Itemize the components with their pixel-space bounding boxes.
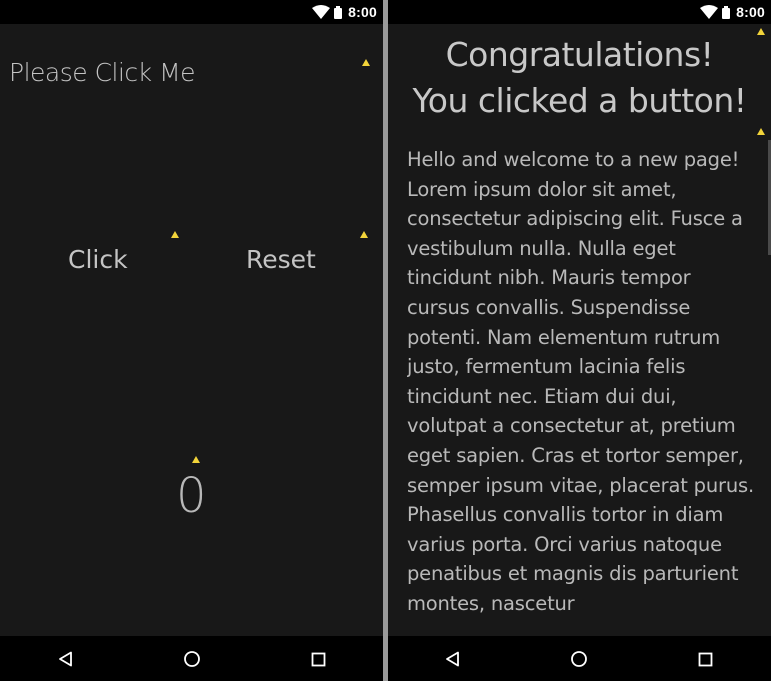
heading-line: Congratulations! <box>445 35 714 74</box>
click-button[interactable]: Click <box>68 245 128 274</box>
wifi-icon <box>700 5 719 19</box>
battery-icon <box>334 5 343 19</box>
recents-icon[interactable] <box>307 648 329 670</box>
body-text: Hello and welcome to a new page! Lorem i… <box>407 148 754 615</box>
status-bar: 8:00 <box>388 0 771 24</box>
warning-marker-icon <box>362 59 370 66</box>
warning-marker-icon <box>757 28 765 35</box>
back-icon[interactable] <box>442 648 464 670</box>
warning-marker-icon <box>360 231 368 238</box>
click-counter: 0 <box>176 468 207 524</box>
battery-icon <box>722 5 731 19</box>
right-screen: 8:00 Congratulations! You clicked a butt… <box>388 0 771 681</box>
home-icon[interactable] <box>181 648 203 670</box>
status-bar: 8:00 <box>0 0 383 24</box>
warning-marker-icon <box>192 456 200 463</box>
congratulations-heading: Congratulations! You clicked a button! <box>388 32 771 124</box>
wifi-icon <box>312 5 331 19</box>
nav-bar <box>388 636 771 681</box>
heading-line: You clicked a button! <box>412 81 747 120</box>
status-time: 8:00 <box>348 4 377 20</box>
warning-marker-icon <box>757 128 765 135</box>
recents-icon[interactable] <box>694 648 716 670</box>
reset-button[interactable]: Reset <box>246 245 316 274</box>
nav-bar <box>0 636 383 681</box>
home-icon[interactable] <box>568 648 590 670</box>
back-icon[interactable] <box>55 648 77 670</box>
page-title: Please Click Me <box>9 58 196 87</box>
warning-marker-icon <box>171 231 179 238</box>
status-time: 8:00 <box>736 4 765 20</box>
left-screen: 8:00 Please Click Me Click Reset 0 <box>0 0 383 681</box>
